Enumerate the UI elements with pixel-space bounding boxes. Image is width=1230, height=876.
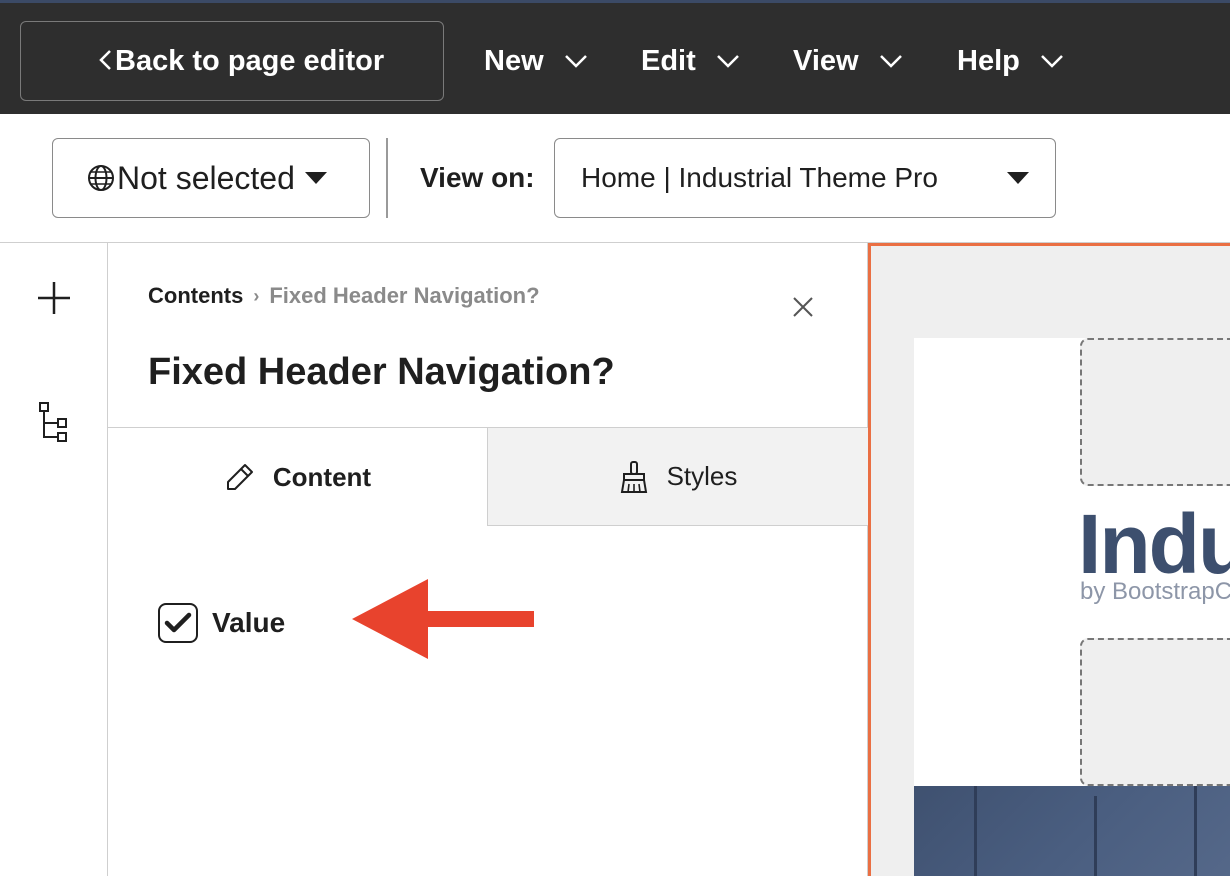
empty-module-placeholder[interactable] — [1080, 338, 1230, 486]
chevron-down-icon — [564, 55, 587, 68]
preview-hero-image — [914, 786, 1230, 876]
top-bar: Back to page editor New Edit View Help — [0, 0, 1230, 114]
empty-module-placeholder[interactable] — [1080, 638, 1230, 786]
tab-content[interactable]: Content — [108, 428, 488, 526]
tab-content-label: Content — [272, 461, 372, 492]
back-to-page-editor-button[interactable]: Back to page editor — [20, 21, 444, 101]
menu-help[interactable]: Help — [957, 39, 1064, 83]
chevron-down-icon — [716, 55, 739, 68]
pencil-icon — [226, 464, 253, 490]
menu-view-label: View — [793, 44, 859, 77]
tab-styles-label: Styles — [666, 461, 738, 491]
panel-title: Fixed Header Navigation? — [148, 351, 615, 393]
menu-new[interactable]: New — [484, 39, 588, 83]
add-icon[interactable] — [36, 280, 72, 316]
preview-logo-subtext: by BootstrapC — [1080, 578, 1230, 605]
toolbar-divider — [386, 138, 388, 218]
value-checkbox-label: Value — [212, 607, 286, 638]
value-checkbox[interactable] — [158, 603, 198, 643]
tab-styles[interactable]: Styles — [487, 428, 868, 526]
chevron-down-icon — [879, 55, 902, 68]
globe-icon — [88, 165, 114, 191]
caret-down-icon — [304, 172, 327, 184]
view-toolbar: Not selected View on: Home | Industrial … — [0, 114, 1230, 243]
red-arrow-annotation-icon — [352, 579, 534, 659]
view-on-select[interactable]: Home | Industrial Theme Pro — [554, 138, 1056, 218]
page-preview[interactable]: Indu by BootstrapC — [868, 243, 1230, 876]
panel-tabs: Content Styles — [108, 427, 868, 526]
back-button-label: Back to page editor — [115, 44, 385, 77]
menu-edit-label: Edit — [641, 44, 696, 77]
brush-icon — [620, 460, 647, 493]
breadcrumb-current: Fixed Header Navigation? — [269, 283, 540, 308]
checkmark-icon — [164, 612, 192, 633]
language-selector[interactable]: Not selected — [52, 138, 370, 218]
chevron-down-icon — [1040, 55, 1063, 68]
caret-down-icon — [1007, 172, 1029, 184]
breadcrumb-separator: › — [253, 285, 260, 306]
value-checkbox-row[interactable]: Value — [158, 603, 285, 643]
left-rail — [0, 243, 108, 876]
menu-help-label: Help — [957, 44, 1020, 77]
view-on-value: Home | Industrial Theme Pro — [581, 162, 938, 193]
close-icon[interactable] — [791, 295, 815, 319]
language-selector-label: Not selected — [117, 159, 295, 196]
breadcrumb: Contents › Fixed Header Navigation? — [148, 283, 540, 309]
menu-view[interactable]: View — [793, 39, 903, 83]
tree-structure-icon[interactable] — [38, 401, 72, 445]
module-edit-panel: Contents › Fixed Header Navigation? Fixe… — [108, 243, 868, 876]
view-on-label: View on: — [420, 162, 535, 193]
preview-header: Indu by BootstrapC — [914, 338, 1230, 790]
chevron-left-icon — [99, 50, 111, 70]
menu-edit[interactable]: Edit — [641, 39, 740, 83]
breadcrumb-contents-link[interactable]: Contents — [148, 283, 243, 309]
menu-new-label: New — [484, 44, 544, 77]
